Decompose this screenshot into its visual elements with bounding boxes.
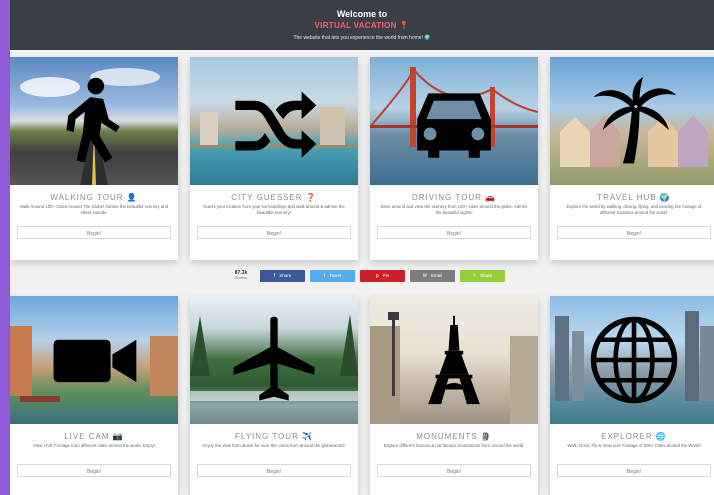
- card-image[interactable]: [190, 57, 358, 185]
- begin-button[interactable]: Begin!: [197, 464, 351, 477]
- card-description: Guess your location from your surroundin…: [203, 204, 345, 215]
- card-title: EXPLORER 🌐: [601, 432, 667, 441]
- card-live-cam: LIVE CAM 📷 View LIVE Footage from differ…: [10, 296, 178, 495]
- card-travel-hub: TRAVEL HUB 🌍 Explore the world by walkin…: [550, 57, 714, 260]
- card-description: Explore the world by walking, driving, f…: [566, 204, 702, 215]
- page-header: Welcome to VIRTUAL VACATION 📍 The websit…: [10, 0, 714, 50]
- site-tagline: The website that lets you experience the…: [293, 35, 431, 41]
- card-description: Walk, Drive, Fly & View Live Footage of …: [567, 443, 701, 448]
- card-description: Explore different famous & not famous mo…: [383, 443, 525, 448]
- share-count: 87.3k Shares: [230, 270, 252, 281]
- welcome-text: Welcome to: [336, 9, 388, 19]
- pinterest-share-button[interactable]: p Pin: [360, 270, 405, 282]
- walking-person-icon: [66, 77, 120, 163]
- airplane-icon: [233, 316, 315, 401]
- begin-button[interactable]: Begin!: [197, 226, 351, 239]
- page-frame: Welcome to VIRTUAL VACATION 📍 The websit…: [10, 0, 714, 495]
- card-walking-tour: WALKING TOUR 👤 Walk Around 100+ Cities A…: [10, 57, 178, 260]
- share-button-label: Share: [479, 273, 492, 278]
- card-driving-tour: DRIVING TOUR 🚗 Drive around and view the…: [370, 57, 538, 260]
- begin-button[interactable]: Begin!: [557, 464, 711, 477]
- share-count-label: Shares: [234, 276, 248, 280]
- begin-button[interactable]: Begin!: [17, 226, 171, 239]
- palm-tree-icon: [593, 76, 677, 164]
- share-button-label: Share: [279, 273, 292, 278]
- card-description: Walk Around 100+ Cities Around The Globe…: [20, 204, 168, 215]
- twitter-share-button[interactable]: t Tweet: [310, 270, 355, 282]
- facebook-icon: f: [273, 273, 276, 279]
- globe-icon: [590, 316, 678, 404]
- card-image[interactable]: [190, 296, 358, 424]
- card-image[interactable]: [10, 57, 178, 185]
- shuffle-icon: [235, 91, 317, 158]
- card-title: CITY GUESSER ❓: [231, 193, 317, 202]
- card-image[interactable]: [550, 296, 714, 424]
- card-title: DRIVING TOUR 🚗: [411, 193, 497, 202]
- card-image[interactable]: [370, 57, 538, 185]
- begin-button[interactable]: Begin!: [377, 226, 531, 239]
- begin-button[interactable]: Begin!: [557, 226, 711, 239]
- email-icon: ✉: [422, 273, 427, 279]
- share-button-label: Tweet: [329, 273, 342, 278]
- video-camera-icon: [53, 339, 137, 383]
- sharethis-share-button[interactable]: < Share: [460, 270, 505, 282]
- card-city-guesser: CITY GUESSER ❓ Guess your location from …: [190, 57, 358, 260]
- card-description: Drive around and view the scenery from 1…: [380, 204, 528, 215]
- car-icon: [417, 93, 491, 158]
- card-description: Enjoy the view from above for over 90+ c…: [203, 443, 345, 448]
- site-title[interactable]: VIRTUAL VACATION 📍: [10, 21, 714, 30]
- card-monuments: MONUMENTS 🗿 Explore different famous & n…: [370, 296, 538, 495]
- eiffel-tower-icon: [428, 315, 480, 405]
- card-image[interactable]: [550, 57, 714, 185]
- card-description: View LIVE Footage from different cities …: [33, 443, 155, 448]
- share-button-label: Email: [430, 273, 443, 278]
- begin-button[interactable]: Begin!: [17, 464, 171, 477]
- pinterest-icon: p: [375, 273, 379, 279]
- facebook-share-button[interactable]: f Share: [260, 270, 305, 282]
- begin-button[interactable]: Begin!: [377, 464, 531, 477]
- share-icon: <: [473, 273, 476, 279]
- card-title: LIVE CAM 📷: [64, 432, 124, 441]
- share-button-label: Pin: [382, 273, 390, 278]
- twitter-icon: t: [323, 273, 326, 279]
- card-title: MONUMENTS 🗿: [416, 432, 492, 441]
- email-share-button[interactable]: ✉ Email: [410, 270, 455, 282]
- card-flying-tour: FLYING TOUR ✈️ Enjoy the view from above…: [190, 296, 358, 495]
- card-title: WALKING TOUR 👤: [50, 193, 138, 202]
- card-title: TRAVEL HUB 🌍: [597, 193, 671, 202]
- card-explorer: EXPLORER 🌐 Walk, Drive, Fly & View Live …: [550, 296, 714, 495]
- card-image[interactable]: [10, 296, 178, 424]
- card-title: FLYING TOUR ✈️: [234, 432, 314, 441]
- card-image[interactable]: [370, 296, 538, 424]
